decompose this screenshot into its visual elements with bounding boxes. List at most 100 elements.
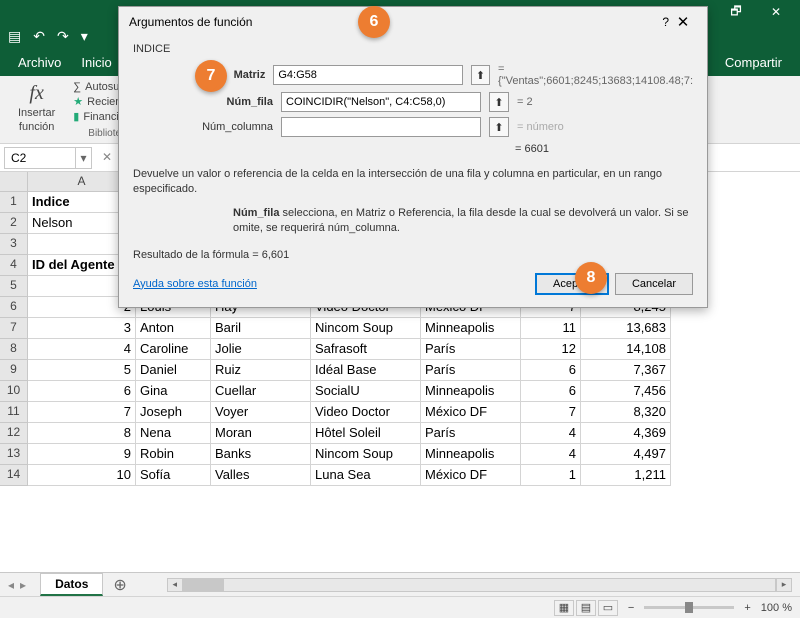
row-header[interactable]: 12 <box>0 423 28 444</box>
select-all-corner[interactable] <box>0 172 28 192</box>
tab-datos[interactable]: Datos <box>40 573 103 596</box>
row-header[interactable]: 5 <box>0 276 28 297</box>
cell[interactable]: 7 <box>28 402 136 423</box>
tab-next-icon[interactable]: ▸ <box>20 578 26 592</box>
cell[interactable]: 5 <box>28 360 136 381</box>
cell[interactable]: Safrasoft <box>311 339 421 360</box>
arg2-input[interactable] <box>281 92 481 112</box>
save-icon[interactable]: ▤ <box>8 28 21 45</box>
row-header[interactable]: 8 <box>0 339 28 360</box>
arg1-ref-button[interactable]: ⬆ <box>471 65 490 85</box>
zoom-in-button[interactable]: + <box>744 602 750 614</box>
zoom-slider[interactable] <box>644 606 734 609</box>
cell[interactable]: 1,211 <box>581 465 671 486</box>
cell[interactable]: 6 <box>521 360 581 381</box>
cell[interactable]: París <box>421 360 521 381</box>
qat-dropdown-icon[interactable]: ▾ <box>81 28 88 45</box>
cell[interactable]: Hôtel Soleil <box>311 423 421 444</box>
row-header[interactable]: 7 <box>0 318 28 339</box>
close-button[interactable]: ✕ <box>756 0 796 24</box>
row-header[interactable]: 10 <box>0 381 28 402</box>
view-normal-button[interactable]: ▦ <box>554 600 574 616</box>
menu-inicio[interactable]: Inicio <box>71 55 121 70</box>
cell[interactable]: 7,456 <box>581 381 671 402</box>
cell[interactable]: Nena <box>136 423 211 444</box>
cell[interactable]: Idéal Base <box>311 360 421 381</box>
dialog-titlebar[interactable]: Argumentos de función ? ✕ <box>119 7 707 37</box>
add-sheet-button[interactable]: ⊕ <box>107 575 132 595</box>
cell[interactable]: Valles <box>211 465 311 486</box>
formula-cancel-icon[interactable]: ✕ <box>102 150 112 165</box>
tab-prev-icon[interactable]: ◂ <box>8 578 14 592</box>
cell[interactable]: 4 <box>28 339 136 360</box>
cell[interactable]: Cuellar <box>211 381 311 402</box>
dialog-close-button[interactable]: ✕ <box>669 13 697 31</box>
dialog-help-button[interactable]: ? <box>662 15 669 29</box>
cell[interactable]: México DF <box>421 465 521 486</box>
cell[interactable]: Banks <box>211 444 311 465</box>
undo-icon[interactable]: ↶ <box>33 28 45 45</box>
cell[interactable]: 7 <box>521 402 581 423</box>
cell[interactable]: Joseph <box>136 402 211 423</box>
row-header[interactable]: 11 <box>0 402 28 423</box>
arg3-ref-button[interactable]: ⬆ <box>489 117 509 137</box>
cell[interactable]: Ruiz <box>211 360 311 381</box>
hscroll-left[interactable]: ◂ <box>167 578 183 592</box>
row-header[interactable]: 9 <box>0 360 28 381</box>
cell[interactable]: SocialU <box>311 381 421 402</box>
cell[interactable]: 3 <box>28 318 136 339</box>
hscroll-thumb[interactable] <box>184 579 224 591</box>
cell[interactable]: Nincom Soup <box>311 444 421 465</box>
cell[interactable]: Anton <box>136 318 211 339</box>
cell[interactable]: 10 <box>28 465 136 486</box>
row-header[interactable]: 6 <box>0 297 28 318</box>
view-break-button[interactable]: ▭ <box>598 600 618 616</box>
cell[interactable]: Daniel <box>136 360 211 381</box>
insert-function-button[interactable]: fx Insertar función <box>12 80 61 135</box>
cell[interactable]: Moran <box>211 423 311 444</box>
cell[interactable]: 1 <box>521 465 581 486</box>
cell[interactable]: Gina <box>136 381 211 402</box>
cell[interactable]: Robin <box>136 444 211 465</box>
row-header[interactable]: 1 <box>0 192 28 213</box>
cancel-button[interactable]: Cancelar <box>615 273 693 295</box>
name-box-dropdown[interactable]: ▾ <box>76 147 92 169</box>
cell[interactable]: 4,497 <box>581 444 671 465</box>
hscroll-right[interactable]: ▸ <box>776 578 792 592</box>
row-header[interactable]: 3 <box>0 234 28 255</box>
arg2-ref-button[interactable]: ⬆ <box>489 92 509 112</box>
hscroll-track[interactable] <box>183 578 776 592</box>
cell[interactable]: Luna Sea <box>311 465 421 486</box>
cell[interactable]: Sofía <box>136 465 211 486</box>
cell[interactable]: Caroline <box>136 339 211 360</box>
cell[interactable]: Nincom Soup <box>311 318 421 339</box>
cell[interactable]: París <box>421 339 521 360</box>
cell[interactable]: 7,367 <box>581 360 671 381</box>
cell[interactable]: 4 <box>521 423 581 444</box>
zoom-thumb[interactable] <box>685 602 693 613</box>
cell[interactable]: 14,108 <box>581 339 671 360</box>
menu-compartir[interactable]: Compartir <box>715 55 792 70</box>
cell[interactable]: París <box>421 423 521 444</box>
cell[interactable]: 6 <box>28 381 136 402</box>
cell[interactable]: 9 <box>28 444 136 465</box>
cell[interactable]: Video Doctor <box>311 402 421 423</box>
zoom-out-button[interactable]: − <box>628 602 634 614</box>
row-header[interactable]: 14 <box>0 465 28 486</box>
cell[interactable]: 13,683 <box>581 318 671 339</box>
cell[interactable]: México DF <box>421 402 521 423</box>
cell[interactable]: 6 <box>521 381 581 402</box>
help-link[interactable]: Ayuda sobre esta función <box>133 278 257 290</box>
cell[interactable]: Minneapolis <box>421 318 521 339</box>
cell[interactable]: 4,369 <box>581 423 671 444</box>
cell[interactable]: 8 <box>28 423 136 444</box>
cell[interactable]: Jolie <box>211 339 311 360</box>
cell[interactable]: Minneapolis <box>421 381 521 402</box>
menu-archivo[interactable]: Archivo <box>8 55 71 70</box>
maximize-button[interactable]: 🗗 <box>716 0 756 24</box>
cell[interactable]: Baril <box>211 318 311 339</box>
row-header[interactable]: 2 <box>0 213 28 234</box>
arg3-input[interactable] <box>281 117 481 137</box>
redo-icon[interactable]: ↷ <box>57 28 69 45</box>
row-header[interactable]: 13 <box>0 444 28 465</box>
